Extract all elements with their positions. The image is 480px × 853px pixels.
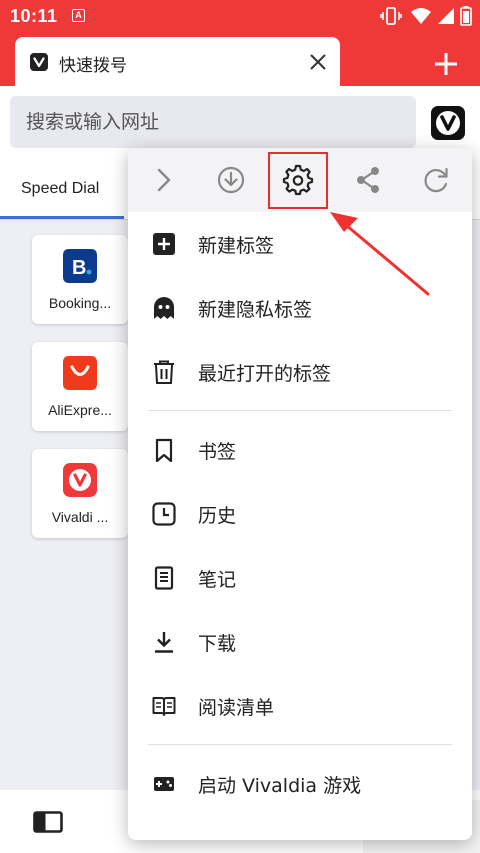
new-tab-plus-icon[interactable]	[430, 48, 462, 80]
vivaldi-icon	[63, 463, 97, 497]
forward-icon[interactable]	[148, 164, 180, 196]
booking-icon: B	[63, 249, 97, 283]
notes-icon	[154, 566, 174, 590]
tab-strip: 快速拨号	[0, 32, 480, 86]
menu-item-vivaldia-game[interactable]: 启动 Vivaldia 游戏	[128, 754, 472, 814]
history-icon	[152, 502, 176, 526]
tab-indicator	[0, 216, 124, 219]
status-time: 10:11	[10, 6, 58, 26]
tab-speed-dial[interactable]: Speed Dial	[21, 180, 99, 198]
menu-item-label: 历史	[198, 505, 237, 527]
menu-item-downloads[interactable]: 下载	[128, 612, 472, 672]
panel-toggle-icon[interactable]	[33, 811, 63, 833]
menu-item-notes[interactable]: 笔记	[128, 548, 472, 608]
menu-divider	[148, 744, 452, 745]
cellular-signal-icon	[438, 8, 454, 24]
new-tab-icon	[153, 233, 175, 255]
menu-item-label: 下载	[198, 633, 237, 655]
vivaldi-menu-icon[interactable]	[431, 106, 465, 140]
download-arrow-icon	[155, 632, 173, 653]
tile-label: Vivaldi ...	[51, 509, 109, 525]
ghost-icon	[154, 297, 174, 319]
trash-icon	[154, 360, 174, 384]
speed-dial-tile[interactable]: AliExpre...	[32, 342, 128, 431]
menu-item-label: 新建标签	[198, 235, 275, 257]
close-tab-icon[interactable]	[307, 51, 329, 73]
speed-dial-tile[interactable]: Vivaldi ...	[32, 449, 128, 538]
tile-label: Booking...	[48, 295, 112, 311]
reload-icon[interactable]	[420, 164, 452, 196]
menu-item-label: 笔记	[198, 569, 237, 591]
battery-icon	[460, 6, 472, 26]
tile-label: AliExpre...	[48, 402, 112, 418]
vivaldi-favicon-icon	[30, 53, 48, 71]
speed-dial-tile[interactable]: B Booking...	[32, 235, 128, 324]
menu-item-recent-tabs[interactable]: 最近打开的标签	[128, 342, 472, 402]
aliexpress-icon	[63, 356, 97, 390]
menu-divider	[148, 410, 452, 411]
address-bar[interactable]	[10, 96, 416, 148]
menu-item-history[interactable]: 历史	[128, 484, 472, 544]
app-notification-icon: A	[72, 9, 85, 22]
menu-item-reading-list[interactable]: 阅读清单	[128, 676, 472, 736]
download-icon[interactable]	[215, 164, 247, 196]
tab-title: 快速拨号	[59, 56, 127, 76]
wifi-icon	[411, 8, 431, 24]
address-input[interactable]	[26, 106, 406, 138]
annotation-arrow	[330, 212, 430, 296]
svg-text:B: B	[72, 257, 86, 279]
menu-item-bookmarks[interactable]: 书签	[128, 420, 472, 480]
menu-item-label: 最近打开的标签	[198, 363, 332, 385]
menu-item-label: 阅读清单	[198, 697, 275, 719]
vibrate-icon	[380, 7, 402, 25]
reading-list-icon	[152, 697, 176, 716]
bookmark-icon	[155, 438, 173, 462]
menu-item-label: 书签	[198, 441, 237, 463]
gamepad-icon	[154, 777, 174, 791]
address-row	[0, 86, 480, 150]
menu-item-label: 新建隐私标签	[198, 299, 313, 321]
menu-item-label: 启动 Vivaldia 游戏	[198, 775, 362, 797]
status-bar: 10:11 A	[0, 0, 480, 32]
share-icon[interactable]	[352, 164, 384, 196]
active-tab[interactable]: 快速拨号	[15, 37, 340, 86]
